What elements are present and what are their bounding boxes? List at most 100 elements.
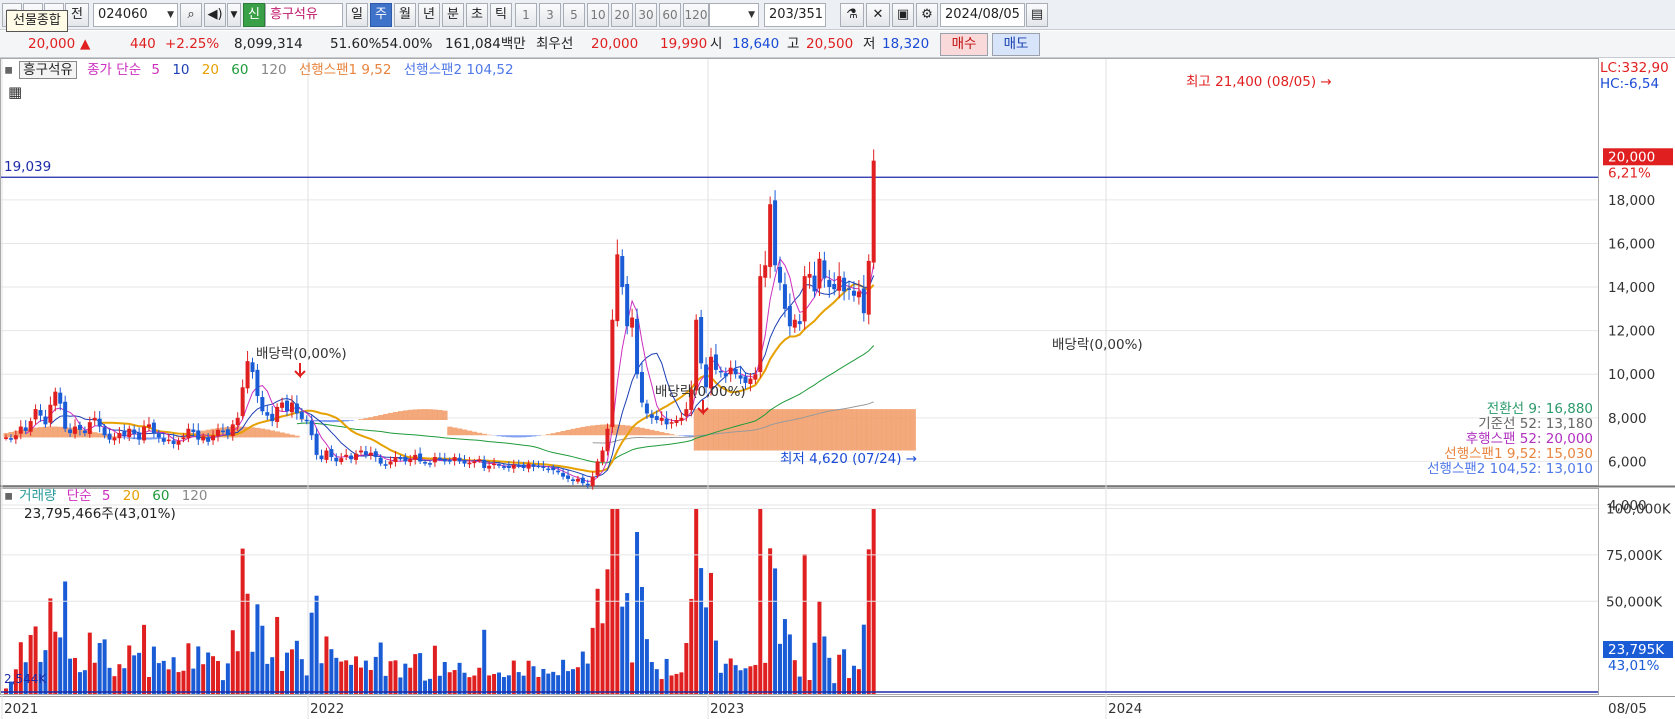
- candle-body: [33, 409, 38, 420]
- sell-button[interactable]: 매도: [992, 33, 1040, 56]
- candle: [196, 423, 201, 445]
- cloud-segment: [545, 434, 552, 436]
- tab-period-1[interactable]: 주: [370, 3, 392, 27]
- volume-bar: [620, 606, 625, 694]
- candle-body: [477, 459, 482, 461]
- cloud-segment: [422, 409, 428, 420]
- candle-body: [373, 451, 378, 458]
- date-input[interactable]: 2024/08/05: [940, 3, 1025, 27]
- candle-body: [68, 429, 73, 434]
- legend-ma5: 5: [151, 62, 161, 78]
- current-price: 20,000: [28, 36, 76, 52]
- calendar-icon[interactable]: ▤: [1026, 3, 1048, 27]
- candle-body: [556, 470, 561, 473]
- volume-bar: [861, 624, 866, 694]
- count-field[interactable]: 203/351: [764, 3, 826, 27]
- stock-chart: 19,0394,0006,0008,00010,00012,00014,0001…: [0, 58, 1675, 719]
- volume-bar: [644, 639, 649, 694]
- tab-period-2[interactable]: 월: [394, 3, 416, 27]
- crosshair-icon[interactable]: ✕: [866, 3, 890, 27]
- candle-body: [368, 452, 373, 456]
- candle-body: [590, 476, 595, 486]
- interval-button-1[interactable]: 3: [539, 3, 561, 27]
- tab-period-6[interactable]: 틱: [490, 3, 512, 27]
- volume-bar: [462, 672, 467, 694]
- candle: [142, 420, 147, 444]
- candle-body: [442, 458, 447, 462]
- candle-body: [856, 291, 861, 298]
- candle: [413, 449, 418, 465]
- volume-bar: [299, 659, 304, 694]
- volume-bar: [235, 651, 240, 694]
- volume-bar: [782, 619, 787, 694]
- candle: [664, 411, 669, 430]
- candle-body: [250, 362, 255, 373]
- volume-bar: [285, 652, 290, 694]
- candle-body: [827, 279, 832, 288]
- stock-name-select[interactable]: 흥구석유: [265, 3, 343, 27]
- blank-select[interactable]: ▼: [709, 3, 759, 27]
- interval-button-2[interactable]: 5: [563, 3, 585, 27]
- candle-body: [605, 428, 610, 452]
- cloud-segment: [649, 429, 655, 436]
- save-icon[interactable]: ▣: [892, 3, 914, 27]
- candle-body: [497, 464, 501, 466]
- volume-bar: [368, 669, 373, 694]
- buy-button[interactable]: 매수: [940, 33, 988, 56]
- volume-bar: [393, 660, 398, 694]
- interval-button-4[interactable]: 20: [611, 3, 633, 27]
- candle-icon[interactable]: ⚗: [840, 3, 864, 27]
- candle-body: [570, 479, 575, 482]
- toolbar: 선물종합 ▦ ◂ ▸ 전 024060▼ ⌕ ◀) ▼ 신 흥구석유 일주월년분…: [0, 0, 1675, 32]
- candle-body: [117, 433, 122, 439]
- volume-bar: [97, 643, 102, 694]
- candle-body: [196, 430, 201, 440]
- table-icon[interactable]: ▦: [8, 84, 22, 101]
- candle-body: [644, 403, 649, 414]
- volume-bar: [309, 612, 314, 694]
- interval-button-5[interactable]: 30: [635, 3, 657, 27]
- interval-button-0[interactable]: 1: [515, 3, 537, 27]
- cloud-segment: [550, 433, 556, 436]
- cloud-segment: [659, 432, 665, 436]
- volume-bar: [635, 532, 640, 694]
- volume-bar: [63, 581, 68, 694]
- tab-period-0[interactable]: 일: [346, 3, 368, 27]
- candle-body: [58, 392, 63, 404]
- candle: [151, 419, 156, 438]
- volume-bar: [506, 675, 511, 694]
- cloud-segment: [496, 435, 502, 437]
- interval-button-7[interactable]: 120: [683, 3, 709, 27]
- speaker-dropdown-icon[interactable]: ▼: [227, 3, 241, 27]
- volume-bar: [590, 627, 595, 694]
- candle: [649, 409, 654, 424]
- speaker-icon[interactable]: ◀): [204, 3, 226, 27]
- volume-bar: [817, 601, 822, 694]
- tab-period-5[interactable]: 초: [466, 3, 488, 27]
- interval-button-6[interactable]: 60: [659, 3, 681, 27]
- x-tick-label: 2023: [710, 701, 744, 717]
- tab-period-3[interactable]: 년: [418, 3, 440, 27]
- candle-body: [778, 266, 783, 283]
- volume-tick-label: 75,000K: [1606, 548, 1663, 564]
- candle-body: [832, 284, 837, 290]
- search-icon[interactable]: ⌕: [180, 3, 202, 27]
- candle: [117, 427, 122, 444]
- volume-panel-frame: [0, 488, 1599, 695]
- jeon-button[interactable]: 전: [65, 3, 89, 27]
- high-label: 고: [787, 36, 800, 52]
- candle-body: [659, 417, 664, 421]
- gear-icon[interactable]: ⚙: [916, 3, 938, 27]
- interval-button-3[interactable]: 10: [587, 3, 609, 27]
- volume-bar: [92, 662, 97, 694]
- candle-body: [48, 404, 53, 423]
- candle-body: [146, 424, 151, 428]
- volume-bar: [713, 640, 718, 694]
- volume-bar: [280, 670, 285, 694]
- volume-bar: [664, 658, 669, 694]
- candle: [457, 453, 462, 465]
- tab-period-4[interactable]: 분: [442, 3, 464, 27]
- candle-body: [240, 387, 245, 417]
- code-input[interactable]: 024060 ▼: [93, 3, 178, 27]
- candle-body: [546, 468, 551, 471]
